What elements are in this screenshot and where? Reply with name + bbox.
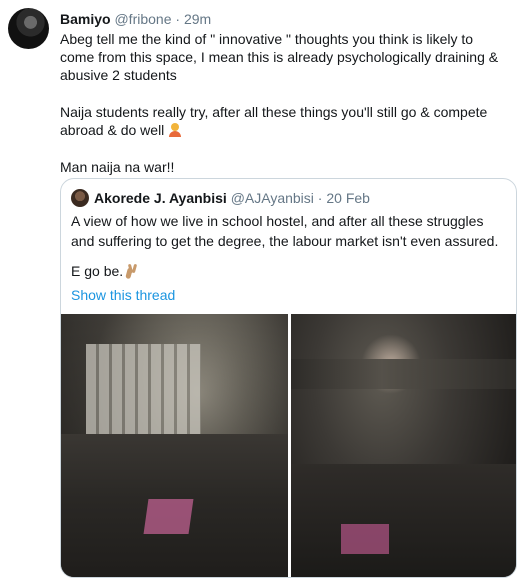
quoted-paragraph-1: A view of how we live in school hostel, …	[71, 213, 499, 249]
quoted-photos	[61, 314, 516, 577]
tweet-header: Bamiyo @fribone · 29m	[60, 10, 211, 28]
author-name[interactable]: Bamiyo	[60, 11, 111, 27]
author-handle[interactable]: @fribone	[114, 11, 171, 27]
tweet-paragraph-2: Naija students really try, after all the…	[60, 104, 488, 138]
quoted-separator: ·	[317, 190, 323, 206]
photo-bed-frame	[291, 359, 516, 389]
quoted-author-name: Akorede J. Ayanbisi	[94, 190, 227, 206]
author-avatar[interactable]	[8, 8, 49, 49]
tweet-time[interactable]: 29m	[184, 11, 211, 27]
victory-hand-icon	[127, 264, 139, 278]
quoted-tweet[interactable]: Akorede J. Ayanbisi @AJAyanbisi · 20 Feb…	[60, 178, 517, 578]
hostel-photo-2[interactable]	[291, 314, 516, 577]
photo-pink-item	[341, 524, 389, 554]
header-separator: ·	[175, 11, 181, 27]
quoted-text: A view of how we live in school hostel, …	[71, 211, 508, 305]
quoted-header: Akorede J. Ayanbisi @AJAyanbisi · 20 Feb	[71, 189, 370, 207]
photo-clothes-pile	[291, 464, 516, 577]
photo-pink-bag	[143, 499, 194, 534]
tweet-paragraph-3: Man naija na war!!	[60, 159, 175, 175]
show-thread-link[interactable]: Show this thread	[71, 285, 508, 305]
hostel-photo-1[interactable]	[61, 314, 288, 577]
quoted-avatar	[71, 189, 89, 207]
tweet-text: Abeg tell me the kind of " innovative " …	[60, 30, 510, 195]
person-gesturing-icon	[168, 123, 182, 137]
tweet-paragraph-1: Abeg tell me the kind of " innovative " …	[60, 31, 499, 83]
quoted-paragraph-2: E go be.	[71, 261, 508, 281]
quoted-date: 20 Feb	[326, 190, 370, 206]
quoted-author-handle: @AJAyanbisi	[230, 190, 314, 206]
